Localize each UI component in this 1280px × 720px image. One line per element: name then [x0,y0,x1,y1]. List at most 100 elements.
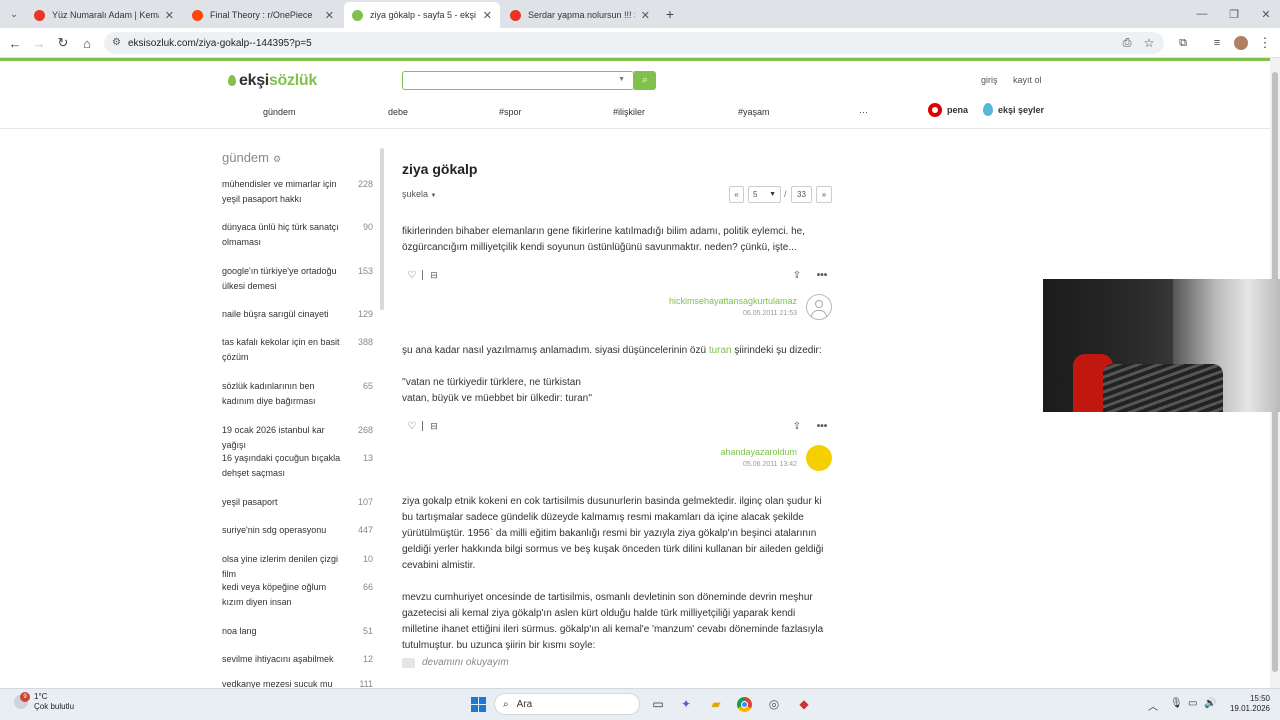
read-more-button[interactable]: devamını okuyayım [402,657,509,668]
page-select[interactable]: 5 ▼ [748,186,781,203]
share-icon[interactable]: ⇪ [790,419,804,433]
minimize-button[interactable]: — [1186,0,1218,28]
tab-item[interactable]: Final Theory : r/OnePiece ✕ [184,2,342,28]
turan-link[interactable]: turan [709,345,732,356]
nav-gundem[interactable]: gündem [263,107,296,117]
sidebar-item[interactable]: 16 yaşındaki çocuğun bıçakla dehşet saçm… [222,451,375,481]
webcam-bed [1103,364,1223,412]
sidebar-item[interactable]: yeşil pasaport 107 [222,495,375,510]
copilot-icon[interactable]: ✦ [676,694,696,714]
gear-icon[interactable]: ⚙ [273,154,281,164]
url-text: eksisozluk.com/ziya-gokalp--144395?p=5 [128,37,312,49]
clock[interactable]: 15:50 19.01.2026 [1226,694,1270,714]
taskbar [0,688,1280,720]
reload-button[interactable]: ↻ [54,34,72,52]
page-prev-button[interactable]: « [729,186,744,203]
bookmark-star-icon[interactable]: ☆ [1140,34,1158,52]
sidebar-item[interactable]: kedi veya köpeğine oğlum kızım diyen ins… [222,580,375,610]
close-icon[interactable]: ✕ [165,9,174,22]
close-window-button[interactable]: ✕ [1250,0,1280,28]
avatar[interactable] [806,294,832,320]
app-icon[interactable]: ◆ [794,694,814,714]
profile-avatar[interactable] [1232,34,1250,52]
sidebar-item[interactable]: google'ın türkiye'ye ortadoğu ülkesi dem… [222,264,375,294]
youtube-icon [510,9,521,21]
chevron-up-icon[interactable]: ︿ [1148,698,1158,713]
back-button[interactable]: ← [6,34,24,52]
nav-spor[interactable]: #spor [499,107,522,117]
close-icon[interactable]: ✕ [483,9,492,22]
page-next-button[interactable]: » [816,186,832,203]
sidebar-item[interactable]: naile büşra sarıgül cinayeti 129 [222,307,375,322]
chrome-icon[interactable] [734,694,754,714]
microphone-icon[interactable]: 🎙 [1170,698,1183,709]
sidebar-item[interactable]: noa lang 51 [222,624,375,639]
close-icon[interactable]: ✕ [641,9,650,22]
display-icon[interactable]: ▭ [1188,698,1197,709]
minus-icon[interactable]: ⊟ [427,268,441,282]
extensions-icon[interactable]: ⧉ [1174,34,1192,52]
site-info-icon[interactable]: ⚙ [112,37,121,48]
dropdown-caret-icon[interactable]: ▼ [618,76,625,83]
more-icon[interactable]: ••• [815,268,829,282]
forward-button[interactable]: → [30,34,48,52]
login-link[interactable]: giriş [981,75,998,85]
tab-item[interactable]: Serdar yapma nolursun !!! Sözlük ✕ [502,2,658,28]
sidebar-item[interactable]: sözlük kadınlarının ben kadınım diye bağ… [222,379,375,409]
tab-item[interactable]: Yüz Numaralı Adam | Kemal ✕ [26,2,182,28]
chevron-down-icon: ▼ [430,193,437,199]
volume-icon[interactable]: 🔊 [1204,698,1216,709]
sidebar-item[interactable]: mühendisler ve mimarlar için yeşil pasap… [222,177,375,207]
new-tab-button[interactable]: + [662,6,678,22]
sidebar-item[interactable]: dünyaca ünlü hiç türk sanatçı olmaması 90 [222,220,375,250]
nav-debe[interactable]: debe [388,107,408,117]
home-button[interactable]: ⌂ [78,34,96,52]
sidebar-item[interactable]: sevilme ihtiyacını aşabilmek 12 [222,652,375,667]
entry-quote-line: ''vatan ne türkiyedir türklere, ne türki… [402,377,581,388]
sidebar-scrollbar[interactable] [380,148,384,310]
nav-iliskiler[interactable]: #ilişkiler [613,107,645,117]
install-app-icon[interactable]: ⎙ [1118,34,1136,52]
file-explorer-icon[interactable]: ▰ [706,694,726,714]
sidebar-item[interactable]: olsa yine izlerim denilen çizgi film 10 [222,552,375,582]
register-link[interactable]: kayıt ol [1013,75,1042,85]
search-button[interactable]: ⌕ [634,71,656,90]
sidebar-item[interactable]: 19 ocak 2026 istanbul kar yağışı 268 [222,423,375,453]
pena-link[interactable]: pena [928,103,968,117]
sidebar-item[interactable]: suriye'nin sdg operasyonu 447 [222,523,375,538]
minus-icon[interactable]: ⊟ [427,419,441,433]
steam-icon[interactable]: ◎ [764,694,784,714]
entry-author[interactable]: hickimsehayattansagkurtulamaz [600,296,797,306]
weather-widget[interactable]: 9 1°C Çok bulutlu [14,692,74,712]
windows-start-icon[interactable] [468,694,488,714]
maximize-button[interactable]: ❐ [1218,0,1250,28]
eksi-seyler-link[interactable]: ekşi şeyler [983,103,1044,116]
avatar[interactable] [806,445,832,471]
topic-title[interactable]: ziya gökalp [402,161,477,177]
task-view-icon[interactable]: ▭ [648,694,668,714]
close-icon[interactable]: ✕ [325,9,334,22]
tab-search-icon[interactable]: ⌄ [6,6,22,22]
entry-date[interactable]: 06.05.2011 21:53 [700,310,797,317]
page-total-button[interactable]: 33 [791,186,812,203]
tab-item-active[interactable]: ziya gökalp - sayfa 5 - ekşi sözlük ✕ [344,2,500,28]
sidebar-item[interactable]: tas kafalı kekolar için en basit çözüm 38… [222,335,375,365]
media-control-icon[interactable]: ≡ [1208,34,1226,52]
entry-date[interactable]: 05.06.2011 13:42 [700,461,797,468]
entry-author[interactable]: ahandayazaroldum [600,447,797,457]
site-logo[interactable]: ekşisözlük [228,72,317,90]
heart-icon[interactable]: ♡ [405,419,419,433]
nav-yasam[interactable]: #yaşam [738,107,770,117]
menu-icon[interactable]: ⋮ [1256,34,1274,52]
heart-icon[interactable]: ♡ [405,268,419,282]
entry-text: şu ana kadar nasıl yazılmamış anlamadım.… [402,345,822,356]
address-bar[interactable]: ⚙ eksisozluk.com/ziya-gokalp--144395?p=5 [104,32,1164,54]
search-input[interactable]: ▼ [402,71,634,90]
sort-dropdown[interactable]: şukela ▼ [402,189,436,199]
nav-more[interactable]: ··· [859,107,868,117]
sidebar-item[interactable]: vedkanye mezesi sucuk mu ton111 [222,680,375,688]
share-icon[interactable]: ⇪ [790,268,804,282]
taskbar-search[interactable]: ⌕ Ara [494,693,640,715]
more-icon[interactable]: ••• [815,419,829,433]
sidebar-heading[interactable]: gündem ⚙ [222,150,281,165]
